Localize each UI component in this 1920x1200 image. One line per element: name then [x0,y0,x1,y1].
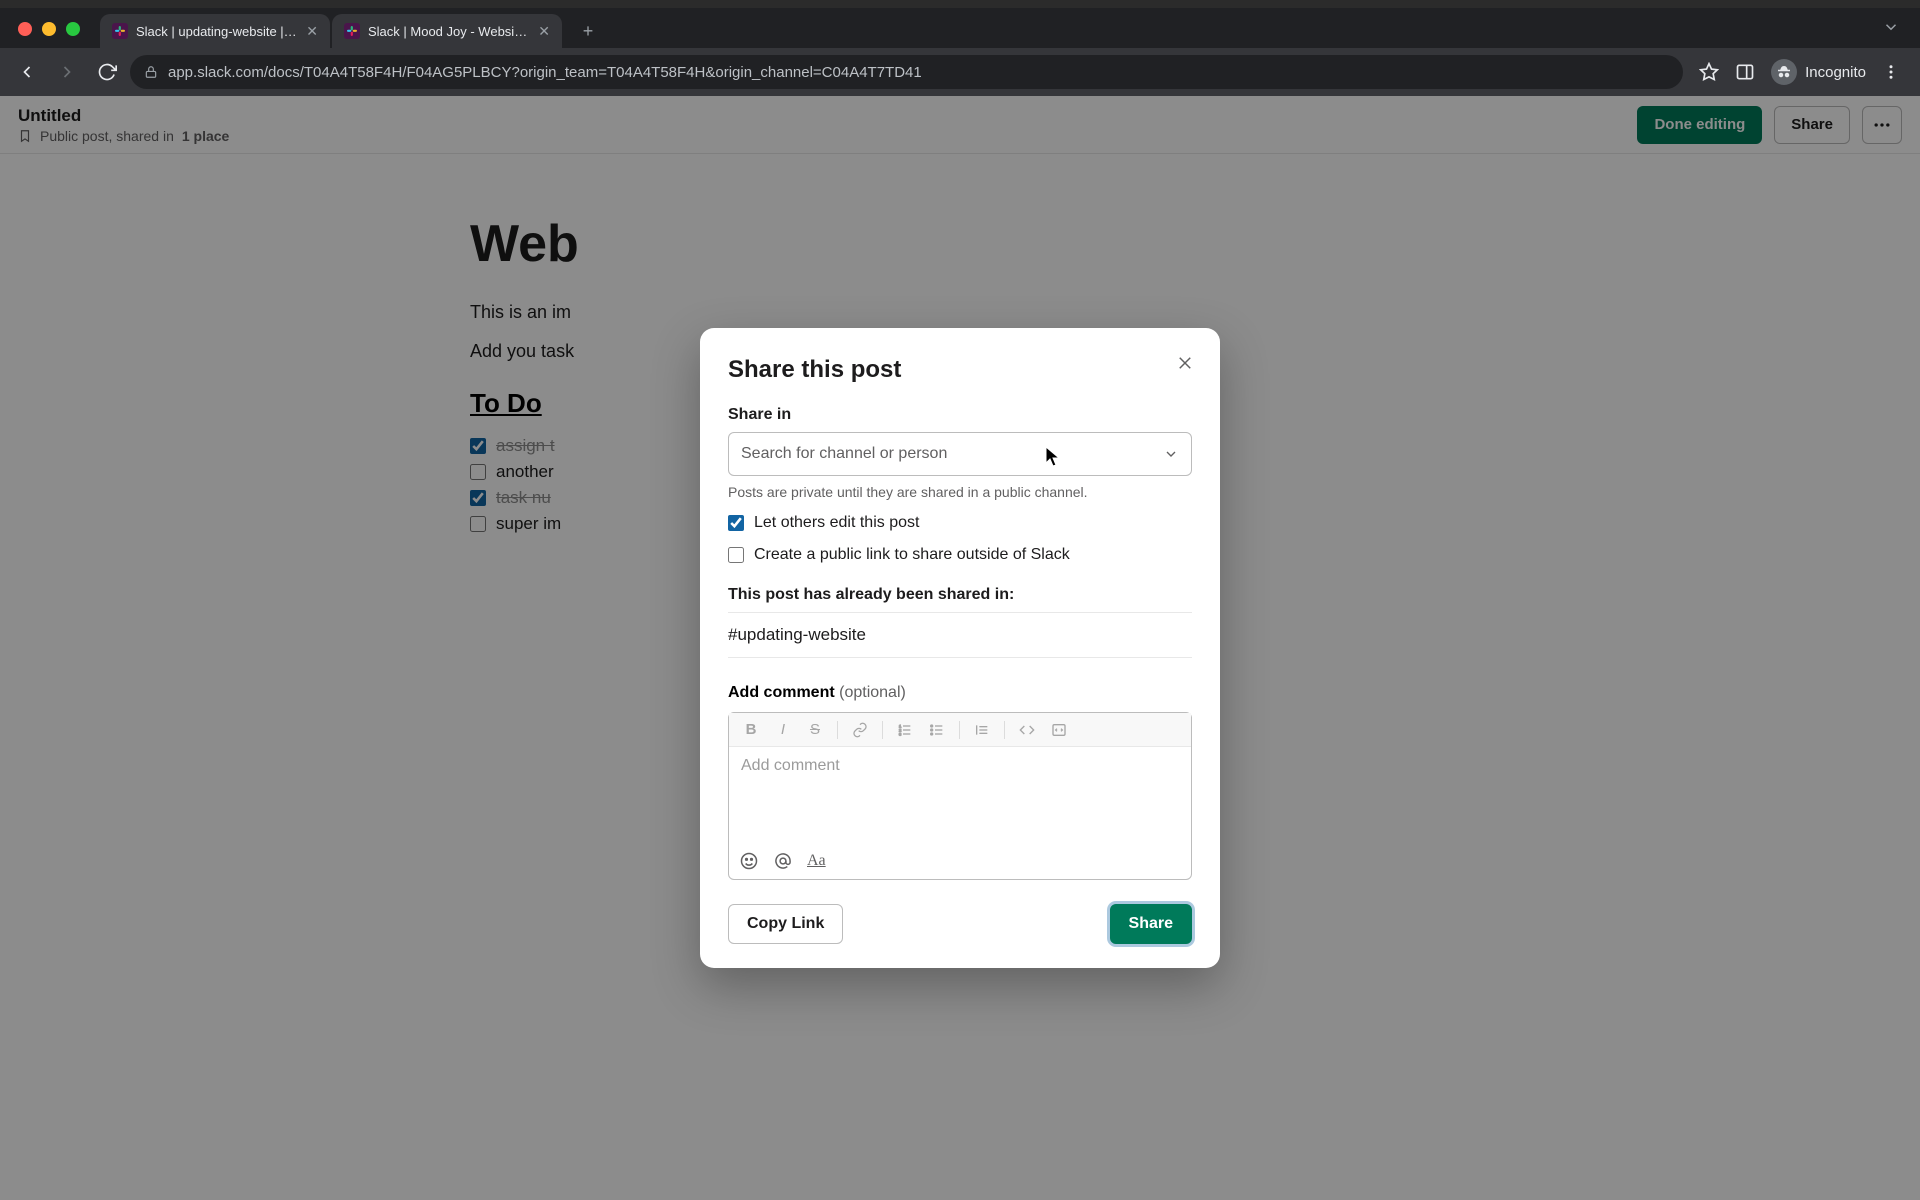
slack-favicon-icon [112,23,128,39]
mac-close-button[interactable] [18,22,32,36]
shared-channel-item[interactable]: #updating-website [728,613,1192,658]
strike-button[interactable]: S [801,717,829,743]
tab-title: Slack | updating-website | Mood… [136,24,298,39]
forward-button[interactable] [50,55,84,89]
code-button[interactable] [1013,717,1041,743]
checkbox-label: Create a public link to share outside of… [754,546,1070,564]
tabs-dropdown-icon[interactable] [1882,18,1900,36]
new-tab-button[interactable]: + [574,17,602,45]
link-button[interactable] [846,717,874,743]
incognito-label: Incognito [1805,64,1866,81]
browser-toolbar: app.slack.com/docs/T04A4T58F4H/F04AG5PLB… [0,48,1920,96]
slack-favicon-icon [344,23,360,39]
mac-zoom-button[interactable] [66,22,80,36]
share-submit-button[interactable]: Share [1110,904,1192,944]
bookmark-star-icon[interactable] [1699,62,1719,82]
comment-textarea[interactable]: Add comment [729,747,1191,843]
browser-tab[interactable]: Slack | updating-website | Mood… ✕ [100,14,330,48]
url-text: app.slack.com/docs/T04A4T58F4H/F04AG5PLB… [168,64,922,81]
combobox-placeholder: Search for channel or person [741,445,947,463]
checkbox-input[interactable] [728,515,744,531]
mac-minimize-button[interactable] [42,22,56,36]
tab-close-icon[interactable]: ✕ [538,23,550,40]
public-link-checkbox[interactable]: Create a public link to share outside of… [728,546,1192,564]
mac-traffic-lights [18,22,80,36]
browser-menu-icon[interactable] [1882,63,1900,81]
svg-text:3: 3 [899,731,902,736]
already-shared-label: This post has already been shared in: [728,586,1192,613]
editor-toolbar: B I S 123 [729,713,1191,747]
bold-button[interactable]: B [737,717,765,743]
share-in-label: Share in [728,406,1192,424]
comment-editor: B I S 123 Add comment Aa [728,712,1192,880]
ordered-list-button[interactable]: 123 [891,717,919,743]
back-button[interactable] [10,55,44,89]
incognito-indicator[interactable]: Incognito [1771,59,1866,85]
copy-link-button[interactable]: Copy Link [728,904,843,944]
let-others-edit-checkbox[interactable]: Let others edit this post [728,514,1192,532]
mention-button[interactable] [773,851,793,871]
blockquote-button[interactable] [968,717,996,743]
formatting-toggle-button[interactable]: Aa [807,852,826,870]
chevron-down-icon [1163,446,1179,462]
tab-close-icon[interactable]: ✕ [306,23,318,40]
italic-button[interactable]: I [769,717,797,743]
add-comment-label: Add comment (optional) [728,684,1192,702]
slack-canvas-page: Untitled Public post, shared in 1 place … [0,96,1920,1200]
browser-tab[interactable]: Slack | Mood Joy - Website Re… ✕ [332,14,562,48]
emoji-button[interactable] [739,851,759,871]
code-block-button[interactable] [1045,717,1073,743]
bullet-list-button[interactable] [923,717,951,743]
tab-title: Slack | Mood Joy - Website Re… [368,24,530,39]
reload-button[interactable] [90,55,124,89]
mouse-cursor-icon [1045,446,1061,468]
incognito-icon [1771,59,1797,85]
lock-icon [144,65,158,79]
share-in-combobox[interactable]: Search for channel or person [728,432,1192,476]
close-button[interactable] [1168,346,1202,380]
share-post-modal: Share this post Share in Search for chan… [700,328,1220,968]
browser-tabstrip: Slack | updating-website | Mood… ✕ Slack… [0,8,1920,48]
checkbox-input[interactable] [728,547,744,563]
address-bar[interactable]: app.slack.com/docs/T04A4T58F4H/F04AG5PLB… [130,55,1683,89]
modal-title: Share this post [728,356,1192,384]
checkbox-label: Let others edit this post [754,514,919,532]
side-panel-icon[interactable] [1735,62,1755,82]
share-help-text: Posts are private until they are shared … [728,484,1192,500]
